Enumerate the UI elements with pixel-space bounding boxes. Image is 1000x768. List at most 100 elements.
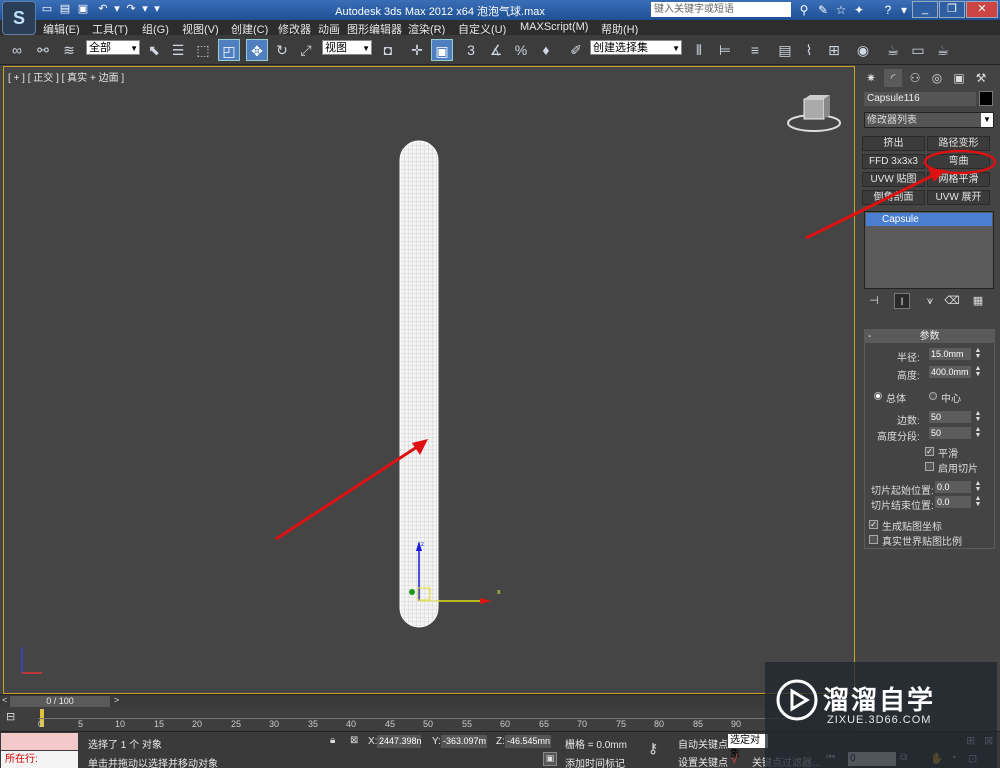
menu-maxscript[interactable]: MAXScript(M)	[520, 21, 588, 33]
motion-tab-icon[interactable]: ◎	[928, 69, 946, 87]
sides-input[interactable]: 50	[929, 411, 971, 423]
rectangular-selection-icon[interactable]: ⬚	[192, 39, 214, 61]
display-tab-icon[interactable]: ▣	[950, 69, 968, 87]
mirror-icon[interactable]: ⫴	[688, 39, 710, 61]
object-color-swatch[interactable]	[979, 91, 993, 106]
overall-radio[interactable]	[874, 392, 882, 400]
remove-modifier-icon[interactable]: ⌫	[944, 293, 960, 309]
tools-icon[interactable]: ✎	[815, 2, 831, 18]
window-crossing-icon[interactable]: ◰	[218, 39, 240, 61]
viewport-label[interactable]: [ + ] [ 正交 ] [ 真实 + 边面 ]	[8, 69, 124, 84]
open-file-icon[interactable]: ▤	[58, 2, 72, 16]
keyboard-shortcut-override-icon[interactable]: ▣	[431, 39, 453, 61]
select-by-name-icon[interactable]: ☰	[167, 39, 189, 61]
smooth-checkbox[interactable]: ✓	[925, 447, 934, 456]
time-slider-thumb[interactable]: 0 / 100	[10, 696, 110, 707]
time-next-icon[interactable]: >	[114, 695, 119, 705]
lock-selection-icon[interactable]: 🔒︎	[330, 735, 342, 747]
snaps-toggle-icon[interactable]: 3	[460, 39, 482, 61]
favorite-icon[interactable]: ☆	[833, 2, 849, 18]
utilities-tab-icon[interactable]: ⚒	[972, 69, 990, 87]
use-pivot-center-icon[interactable]: ◘	[377, 39, 399, 61]
minimize-button[interactable]: _	[912, 1, 938, 18]
search-input[interactable]: 键入关键字或短语	[651, 2, 791, 17]
selection-filter-select[interactable]: 全部 ▼	[86, 40, 140, 55]
maxscript-mini-listener[interactable]: 所在行:	[1, 751, 78, 768]
center-radio[interactable]	[929, 392, 937, 400]
time-tag-icon[interactable]: ▣	[543, 752, 557, 766]
make-unique-icon[interactable]: ⩛	[922, 293, 938, 309]
rollout-header[interactable]: - 参数	[865, 330, 994, 343]
quick-access-menu-icon[interactable]: ▾	[150, 2, 164, 16]
link-icon[interactable]: ∞	[6, 39, 28, 61]
radius-spinner[interactable]: ▲ ▼	[974, 347, 982, 360]
pin-stack-icon[interactable]: ⊣	[866, 293, 882, 309]
modify-tab-icon[interactable]: ◜	[884, 69, 902, 87]
rendered-frame-window-icon[interactable]: ▭	[907, 39, 929, 61]
unlink-icon[interactable]: ⚯	[32, 39, 54, 61]
align-icon[interactable]: ⊨	[714, 39, 736, 61]
sides-spinner[interactable]: ▲ ▼	[974, 410, 982, 423]
curve-editor-icon[interactable]: ⌇	[798, 39, 820, 61]
front-viewport[interactable]: [ + ] [ 正交 ] [ 真实 + 边面 ] z x	[3, 66, 855, 694]
height-segments-spinner[interactable]: ▲ ▼	[974, 426, 982, 439]
help-icon[interactable]: ?	[880, 2, 896, 18]
create-tab-icon[interactable]: ✷	[862, 69, 880, 87]
select-and-scale-icon[interactable]: ⤢	[295, 39, 317, 61]
material-editor-icon[interactable]: ◉	[852, 39, 874, 61]
layer-manager-icon[interactable]: ≡	[744, 39, 766, 61]
redo-icon[interactable]: ↷	[124, 2, 138, 16]
new-file-icon[interactable]: ▭	[40, 2, 54, 16]
radius-input[interactable]: 15.0mm	[929, 348, 971, 360]
viewcube-icon[interactable]	[784, 93, 844, 133]
time-prev-icon[interactable]: <	[2, 695, 7, 705]
schematic-view-icon[interactable]: ⊞	[823, 39, 845, 61]
restore-button[interactable]: ❐	[939, 1, 965, 18]
set-key-button[interactable]: 设置关键点	[678, 754, 728, 768]
hierarchy-tab-icon[interactable]: ⚇	[906, 69, 924, 87]
key-filter-curve-icon[interactable]: √	[731, 752, 745, 766]
z-coord-field[interactable]: -46.545mn	[505, 735, 551, 748]
spinner-snap-icon[interactable]: ♦	[535, 39, 557, 61]
x-coord-field[interactable]: 2447.398n	[377, 735, 422, 748]
height-input[interactable]: 400.0mm	[929, 366, 971, 378]
configure-modifier-sets-icon[interactable]: ▦	[970, 293, 986, 309]
render-production-icon[interactable]: ☕	[932, 39, 954, 61]
render-setup-icon[interactable]: ☕	[882, 39, 904, 61]
auto-key-button[interactable]: 自动关键点	[678, 736, 728, 751]
maxscript-listener[interactable]	[1, 733, 78, 750]
undo-icon[interactable]: ↶	[96, 2, 110, 16]
slice-to-input[interactable]: 0.0	[935, 496, 971, 508]
percent-snap-icon[interactable]: %	[510, 39, 532, 61]
star-icon[interactable]: ✦	[851, 2, 867, 18]
mini-curve-editor-icon[interactable]: ⊟	[6, 710, 24, 724]
edit-named-selection-icon[interactable]: ✐	[565, 39, 587, 61]
graphite-tools-icon[interactable]: ▤	[774, 39, 796, 61]
slice-to-spinner[interactable]: ▲ ▼	[974, 495, 982, 508]
time-slider[interactable]: < 0 / 100 >	[0, 694, 855, 707]
slice-from-spinner[interactable]: ▲ ▼	[974, 480, 982, 493]
key-icon[interactable]: ⚷	[648, 740, 670, 756]
select-and-manipulate-icon[interactable]: ✛	[406, 39, 428, 61]
close-button[interactable]: ✕	[966, 1, 998, 18]
object-name-field[interactable]: Capsule116	[864, 92, 976, 106]
height-spinner[interactable]: ▲ ▼	[974, 365, 982, 378]
save-file-icon[interactable]: ▣	[76, 2, 90, 16]
real-world-map-checkbox[interactable]	[869, 535, 878, 544]
angle-snap-icon[interactable]: ∡	[485, 39, 507, 61]
reference-coordinate-select[interactable]: 视图 ▼	[322, 40, 372, 55]
named-selection-select[interactable]: 创建选择集 ▼	[590, 40, 682, 55]
select-object-icon[interactable]: ⬉	[143, 39, 165, 61]
undo-dropdown-icon[interactable]: ▾	[110, 2, 124, 16]
y-coord-field[interactable]: -363.097m	[441, 735, 487, 748]
absolute-mode-icon[interactable]: ⊠	[350, 735, 364, 747]
gen-map-coords-checkbox[interactable]: ✓	[869, 520, 878, 529]
slice-from-input[interactable]: 0.0	[935, 481, 971, 493]
select-and-rotate-icon[interactable]: ↻	[271, 39, 293, 61]
slice-on-checkbox[interactable]	[925, 462, 934, 471]
bind-space-warp-icon[interactable]: ≋	[58, 39, 80, 61]
add-time-tag[interactable]: 添加时间标记	[565, 755, 625, 768]
modifier-extrude-button[interactable]: 挤出	[862, 136, 925, 151]
select-and-move-icon[interactable]: ✥	[246, 39, 268, 61]
app-logo-button[interactable]: S	[2, 1, 36, 35]
